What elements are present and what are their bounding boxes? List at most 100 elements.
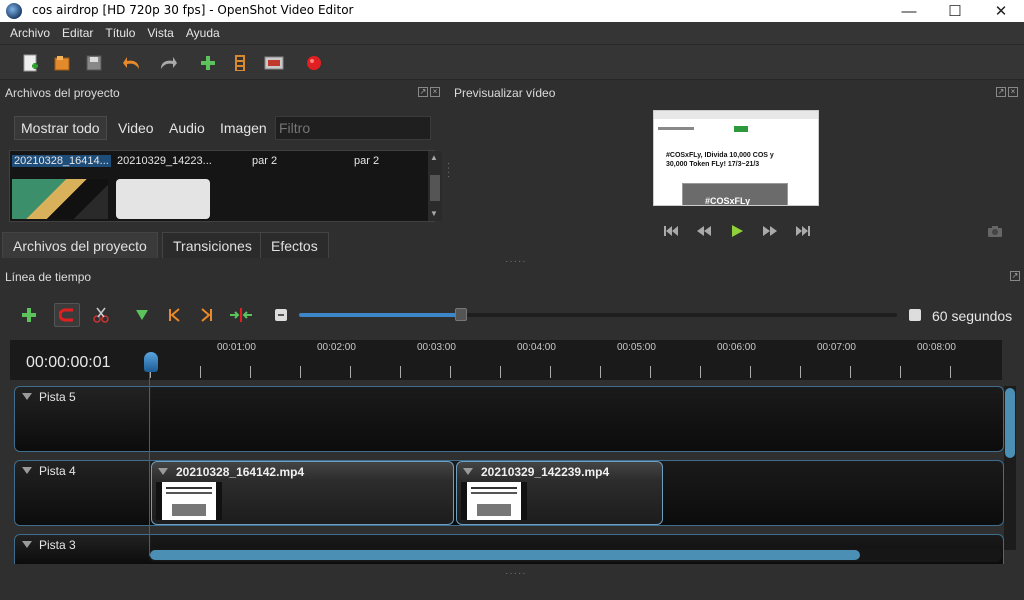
splitter-handle[interactable]: ···· [443, 162, 454, 179]
track-name: Pista 4 [39, 464, 76, 478]
ruler-label: 00:05:00 [617, 342, 656, 353]
openshot-logo-icon [6, 3, 22, 19]
center-timeline-icon[interactable] [228, 303, 254, 327]
filter-video-button[interactable]: Video [112, 116, 160, 140]
clip-thumbnail [156, 482, 222, 520]
clip-menu-icon[interactable] [158, 468, 168, 475]
files-panel-title: Archivos del proyecto [5, 86, 120, 100]
undo-icon[interactable] [120, 51, 144, 75]
ruler-label: 00:07:00 [817, 342, 856, 353]
filter-show-all-button[interactable]: Mostrar todo [14, 116, 107, 140]
timeline-vertical-scroll-thumb[interactable] [1005, 388, 1015, 458]
track-pista-4[interactable]: Pista 4 20210328_164142.mp4 20210329_142… [14, 460, 1004, 526]
menu-bar: Archivo Editar Título Vista Ayuda [0, 22, 1024, 44]
scroll-up-icon[interactable]: ▲ [430, 153, 440, 162]
fullscreen-icon[interactable] [262, 51, 286, 75]
float-panel-icon[interactable]: ↗ [1010, 271, 1020, 281]
file-header-4[interactable]: par 2 [354, 155, 379, 167]
ruler-label: 00:06:00 [717, 342, 756, 353]
menu-editar[interactable]: Editar [56, 26, 99, 40]
scroll-down-icon[interactable]: ▼ [430, 209, 440, 218]
clip-name: 20210328_164142.mp4 [176, 465, 305, 479]
file-header-1[interactable]: 20210328_16414... [12, 155, 111, 167]
snapping-magnet-icon[interactable] [54, 303, 80, 327]
track-header[interactable]: Pista 4 [15, 461, 151, 525]
ruler-tick [550, 366, 551, 378]
tab-project-files[interactable]: Archivos del proyecto [2, 232, 158, 258]
track-collapse-icon[interactable] [22, 541, 32, 548]
file-thumbnail[interactable] [12, 179, 108, 219]
redo-icon[interactable] [156, 51, 180, 75]
save-project-icon[interactable] [82, 51, 106, 75]
preview-panel-title: Previsualizar vídeo [454, 86, 556, 100]
zoom-in-icon[interactable] [902, 303, 928, 327]
track-header[interactable]: Pista 5 [15, 387, 151, 451]
float-panel-icon[interactable]: ↗ [996, 87, 1006, 97]
preview-dock-buttons: ↗ × [996, 87, 1018, 97]
file-thumbnail[interactable] [116, 179, 210, 219]
menu-archivo[interactable]: Archivo [4, 26, 56, 40]
menu-ayuda[interactable]: Ayuda [180, 26, 226, 40]
previous-marker-icon[interactable] [161, 303, 187, 327]
file-header-2[interactable]: 20210329_14223... [117, 155, 212, 167]
ruler-tick [250, 366, 251, 378]
add-marker-icon[interactable] [129, 303, 155, 327]
playhead-handle[interactable] [144, 352, 158, 372]
razor-scissors-icon[interactable] [88, 303, 114, 327]
open-project-icon[interactable] [50, 51, 74, 75]
scroll-thumb[interactable] [430, 175, 440, 201]
menu-titulo[interactable]: Título [99, 26, 141, 40]
timeline-clip[interactable]: 20210329_142239.mp4 [456, 461, 663, 525]
ruler-tick [300, 366, 301, 378]
timeline-panel-title: Línea de tiempo [5, 270, 92, 284]
minimize-button[interactable]: — [886, 0, 932, 22]
camera-icon[interactable] [985, 222, 1005, 240]
ruler-tick [350, 366, 351, 378]
zoom-slider-handle[interactable] [455, 308, 467, 321]
ruler-tick [900, 366, 901, 378]
jump-start-icon[interactable] [661, 222, 681, 240]
preview-subheadline: 30,000 Token FLy! 17/3~21/3 [666, 161, 760, 168]
rewind-icon[interactable] [694, 222, 714, 240]
ruler-tick [200, 366, 201, 378]
track-pista-5[interactable]: Pista 5 [14, 386, 1004, 452]
fast-forward-icon[interactable] [760, 222, 780, 240]
zoom-out-icon[interactable] [268, 303, 294, 327]
jump-end-icon[interactable] [793, 222, 813, 240]
timeline-clip[interactable]: 20210328_164142.mp4 [151, 461, 454, 525]
tab-effects[interactable]: Efectos [260, 232, 329, 258]
filter-image-button[interactable]: Imagen [214, 116, 273, 140]
zoom-slider-fill [299, 313, 459, 317]
video-preview: #COSxFLy, IDivida 10,000 COS y 30,000 To… [653, 110, 819, 206]
new-project-icon[interactable] [18, 51, 42, 75]
float-panel-icon[interactable]: ↗ [418, 87, 428, 97]
filter-input[interactable] [275, 116, 431, 140]
tab-transitions[interactable]: Transiciones [162, 232, 263, 258]
track-collapse-icon[interactable] [22, 393, 32, 400]
close-button[interactable]: ✕ [978, 0, 1024, 22]
splitter-handle[interactable]: ····· [505, 256, 527, 267]
maximize-button[interactable]: ☐ [932, 0, 978, 22]
file-header-3[interactable]: par 2 [252, 155, 277, 167]
filter-audio-button[interactable]: Audio [163, 116, 211, 140]
track-collapse-icon[interactable] [22, 467, 32, 474]
ruler-tick [800, 366, 801, 378]
splitter-handle[interactable]: ····· [505, 568, 527, 579]
track-header[interactable]: Pista 3 [15, 535, 151, 564]
project-files-list[interactable]: 20210328_16414... 20210329_14223... par … [9, 150, 442, 222]
play-icon[interactable] [727, 222, 747, 240]
close-panel-icon[interactable]: × [1008, 87, 1018, 97]
import-files-icon[interactable] [196, 51, 220, 75]
timeline-ruler[interactable]: 00:00:00:01 00:01:00 00:02:00 00:03:00 00:0… [10, 340, 1002, 380]
next-marker-icon[interactable] [194, 303, 220, 327]
choose-profile-icon[interactable] [228, 51, 252, 75]
add-track-icon[interactable] [16, 303, 42, 327]
ruler-label: 00:03:00 [417, 342, 456, 353]
file-list-scrollbar[interactable]: ▲ ▼ [428, 151, 442, 221]
clip-menu-icon[interactable] [463, 468, 473, 475]
menu-vista[interactable]: Vista [141, 26, 179, 40]
export-video-icon[interactable] [302, 51, 326, 75]
close-panel-icon[interactable]: × [430, 87, 440, 97]
timeline-dock-buttons: ↗ [1010, 271, 1020, 281]
timeline-scroll-thumb[interactable] [150, 550, 860, 560]
